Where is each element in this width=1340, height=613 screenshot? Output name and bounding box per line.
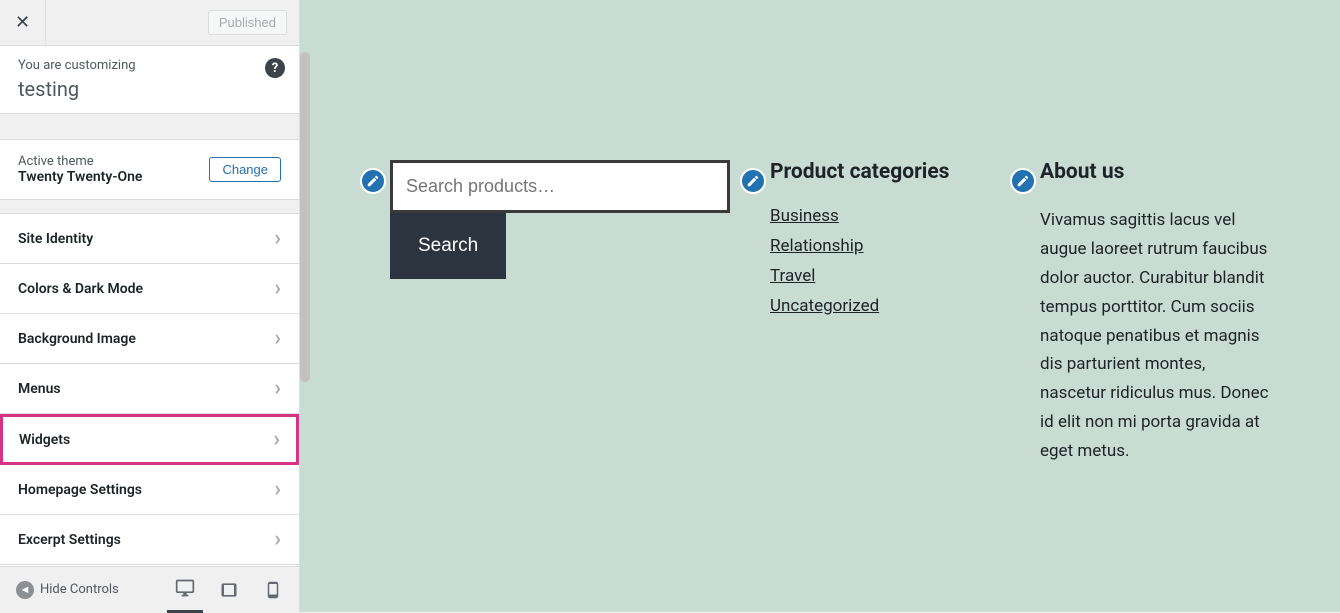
menu-item-label: Excerpt Settings bbox=[18, 532, 121, 548]
sidebar-header: ✕ Published bbox=[0, 0, 299, 46]
menu-item-colors-dark-mode[interactable]: Colors & Dark Mode › bbox=[0, 264, 299, 314]
mobile-icon bbox=[264, 581, 282, 599]
menu-item-menus[interactable]: Menus › bbox=[0, 364, 299, 414]
edit-widget-button[interactable] bbox=[1010, 168, 1036, 194]
help-icon[interactable]: ? bbox=[265, 58, 285, 78]
edit-widget-button[interactable] bbox=[360, 168, 386, 194]
search-widget: Search bbox=[390, 160, 730, 466]
pencil-icon bbox=[746, 174, 760, 188]
tablet-icon bbox=[219, 580, 239, 600]
spacer bbox=[0, 114, 299, 140]
device-preview-toggles bbox=[167, 567, 291, 613]
categories-widget: Product categories Business Relationship T… bbox=[770, 160, 1000, 466]
pencil-icon bbox=[366, 174, 380, 188]
chevron-right-icon: › bbox=[274, 226, 281, 251]
widget-title: Product categories bbox=[770, 160, 1000, 184]
list-item: Business bbox=[770, 206, 1000, 226]
list-item: Uncategorized bbox=[770, 296, 1000, 316]
theme-section: Active theme Twenty Twenty-One Change bbox=[0, 140, 299, 200]
category-link[interactable]: Relationship bbox=[770, 236, 863, 256]
category-link[interactable]: Business bbox=[770, 206, 839, 226]
menu-item-label: Homepage Settings bbox=[18, 482, 142, 498]
list-item: Relationship bbox=[770, 236, 1000, 256]
category-link[interactable]: Uncategorized bbox=[770, 296, 879, 316]
menu-item-background-image[interactable]: Background Image › bbox=[0, 314, 299, 364]
site-title: testing bbox=[18, 77, 281, 101]
hide-controls-button[interactable]: ◄ Hide Controls bbox=[8, 581, 127, 599]
customize-info: You are customizing testing ? bbox=[0, 46, 299, 114]
menu-item-label: Colors & Dark Mode bbox=[18, 281, 143, 297]
pencil-icon bbox=[1016, 174, 1030, 188]
hide-controls-label: Hide Controls bbox=[40, 582, 119, 597]
search-button[interactable]: Search bbox=[390, 213, 506, 279]
customize-label: You are customizing bbox=[18, 58, 281, 73]
list-item: Travel bbox=[770, 266, 1000, 286]
category-list: Business Relationship Travel Uncategorized bbox=[770, 206, 1000, 316]
category-link[interactable]: Travel bbox=[770, 266, 815, 286]
desktop-icon bbox=[175, 578, 195, 598]
edit-widget-button[interactable] bbox=[740, 168, 766, 194]
menu-item-excerpt-settings[interactable]: Excerpt Settings › bbox=[0, 515, 299, 565]
chevron-right-icon: › bbox=[274, 477, 281, 502]
sidebar-footer: ◄ Hide Controls bbox=[0, 566, 299, 612]
about-widget: About us Vivamus sagittis lacus vel augu… bbox=[1040, 160, 1270, 466]
menu-item-label: Site Identity bbox=[18, 231, 93, 247]
close-icon: ✕ bbox=[15, 12, 30, 33]
scrollbar[interactable] bbox=[300, 52, 310, 382]
customizer-sidebar: ✕ Published You are customizing testing … bbox=[0, 0, 300, 612]
chevron-right-icon: › bbox=[274, 276, 281, 301]
tablet-preview-button[interactable] bbox=[211, 567, 247, 613]
desktop-preview-button[interactable] bbox=[167, 567, 203, 613]
theme-label: Active theme bbox=[18, 154, 142, 169]
chevron-right-icon: › bbox=[274, 527, 281, 552]
change-theme-button[interactable]: Change bbox=[209, 157, 281, 182]
spacer bbox=[0, 200, 299, 214]
menu-item-label: Menus bbox=[18, 381, 61, 397]
menu-item-label: Background Image bbox=[18, 331, 136, 347]
menu-item-widgets[interactable]: Widgets › bbox=[0, 414, 299, 465]
customizer-menu: Site Identity›Colors & Dark Mode›Backgro… bbox=[0, 214, 299, 566]
collapse-icon: ◄ bbox=[16, 581, 34, 599]
menu-item-label: Widgets bbox=[19, 432, 70, 448]
theme-name: Twenty Twenty-One bbox=[18, 169, 142, 185]
footer-widgets: Search Product categories Business Relati… bbox=[300, 0, 1340, 506]
widget-title: About us bbox=[1040, 160, 1270, 184]
chevron-right-icon: › bbox=[273, 427, 280, 452]
theme-info: Active theme Twenty Twenty-One bbox=[18, 154, 142, 185]
about-text: Vivamus sagittis lacus vel augue laoreet… bbox=[1040, 206, 1270, 466]
close-button[interactable]: ✕ bbox=[0, 0, 46, 46]
publish-button[interactable]: Published bbox=[208, 10, 287, 35]
chevron-right-icon: › bbox=[274, 326, 281, 351]
menu-item-site-identity[interactable]: Site Identity › bbox=[0, 214, 299, 264]
search-input[interactable] bbox=[390, 160, 730, 213]
mobile-preview-button[interactable] bbox=[255, 567, 291, 613]
menu-item-homepage-settings[interactable]: Homepage Settings › bbox=[0, 465, 299, 515]
site-preview: Search Product categories Business Relati… bbox=[300, 0, 1340, 612]
chevron-right-icon: › bbox=[274, 376, 281, 401]
